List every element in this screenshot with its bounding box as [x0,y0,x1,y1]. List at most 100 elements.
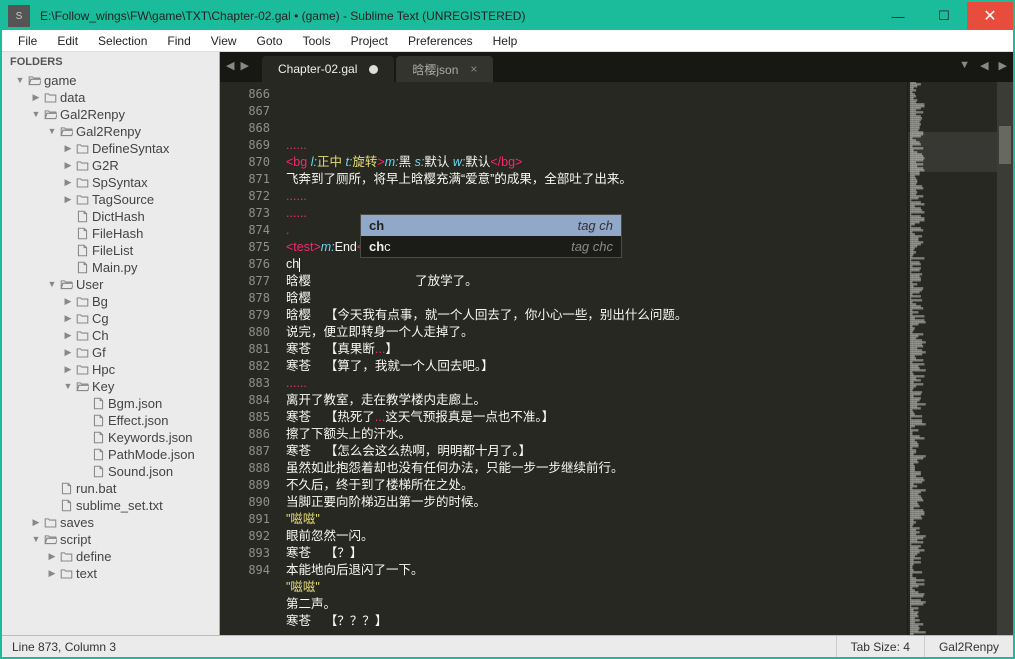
tab---json[interactable]: 晗樱json× [396,56,493,82]
autocomplete-item[interactable]: chtag ch [361,215,621,236]
tree-item-bgm-json[interactable]: Bgm.json [2,395,219,412]
file-icon [90,395,106,412]
folder-icon [74,361,90,378]
code-line[interactable]: "嗞嗞" [286,511,903,528]
status-syntax[interactable]: Gal2Renpy [924,636,1013,657]
tree-item-user[interactable]: ▼User [2,276,219,293]
folder-icon [58,548,74,565]
tab-close-icon[interactable]: × [470,62,477,76]
menu-project[interactable]: Project [341,32,398,50]
tree-item-run-bat[interactable]: run.bat [2,480,219,497]
code-line[interactable]: 擦了下额头上的汗水。 [286,426,903,443]
code-line[interactable]: 本能地向后退闪了一下。 [286,562,903,579]
menu-help[interactable]: Help [483,32,528,50]
tree-item-dicthash[interactable]: DictHash [2,208,219,225]
tree-item-saves[interactable]: ▶saves [2,514,219,531]
tree-item-main-py[interactable]: Main.py [2,259,219,276]
tree-item-text[interactable]: ▶text [2,565,219,582]
code-line[interactable]: <bg l:正中 t:旋转>m:黑 s:默认 w:默认</bg> [286,154,903,171]
titlebar[interactable]: S E:\Follow_wings\FW\game\TXT\Chapter-02… [2,2,1013,30]
tree-item-definesyntax[interactable]: ▶DefineSyntax [2,140,219,157]
nav-back-icon[interactable]: ◀ [226,59,234,72]
tree-item-define[interactable]: ▶define [2,548,219,565]
tree-item-pathmode-json[interactable]: PathMode.json [2,446,219,463]
minimize-button[interactable]: — [875,2,921,30]
autocomplete-popup[interactable]: chtag chchctag chc [360,214,622,258]
file-icon [74,259,90,276]
tree-item-keywords-json[interactable]: Keywords.json [2,429,219,446]
tab-dropdown-icon[interactable]: ▼ [959,59,970,72]
code-line[interactable]: 寒苍 【？？？】 [286,613,903,630]
code-line[interactable]: 晗樱 [286,290,903,307]
tab-scroll-right-icon[interactable]: ▶ [999,59,1007,72]
code-line[interactable]: ch [286,256,903,273]
code-line[interactable]: 寒苍 【算了，我就一个人回去吧。】 [286,358,903,375]
code-line[interactable]: 离开了教室，走在教学楼内走廊上。 [286,392,903,409]
code-line[interactable]: 晗樱 【今天我有点事，就一个人回去了，你小心一些，别出什么问题。 [286,307,903,324]
tree-item-game[interactable]: ▼game [2,72,219,89]
code-line[interactable]: 当脚正要向阶梯迈出第一步的时候。 [286,494,903,511]
tree-item-key[interactable]: ▼Key [2,378,219,395]
tree-item-gf[interactable]: ▶Gf [2,344,219,361]
close-button[interactable]: ✕ [967,2,1013,30]
line-gutter[interactable]: 866 867 868 869 870 871 872 873 874 875 … [220,82,282,635]
tab-chapter-02-gal[interactable]: Chapter-02.gal [262,56,394,82]
code-line[interactable]: 飞奔到了厕所，将早上晗樱充满“爱意”的成果，全部吐了出来。 [286,171,903,188]
vertical-scrollbar[interactable] [997,82,1013,635]
code-line[interactable]: 眼前忽然一闪。 [286,528,903,545]
menu-view[interactable]: View [201,32,247,50]
nav-fwd-icon[interactable]: ▶ [240,59,248,72]
minimap[interactable]: █████ █████████ ██████ ███ █████ ██ ████… [907,82,997,635]
code-line[interactable]: 不久后，终于到了楼梯所在之处。 [286,477,903,494]
autocomplete-item[interactable]: chctag chc [361,236,621,257]
menubar: FileEditSelectionFindViewGotoToolsProjec… [2,30,1013,52]
tree-item-sound-json[interactable]: Sound.json [2,463,219,480]
tree-item-data[interactable]: ▶data [2,89,219,106]
code-line[interactable]: 寒苍 【怎么会这么热啊，明明都十月了。】 [286,443,903,460]
tree-item-bg[interactable]: ▶Bg [2,293,219,310]
menu-goto[interactable]: Goto [247,32,293,50]
scrollbar-thumb[interactable] [999,126,1011,164]
code-line[interactable]: ...... [286,188,903,205]
menu-selection[interactable]: Selection [88,32,157,50]
tree-item-g2r[interactable]: ▶G2R [2,157,219,174]
tree-item-spsyntax[interactable]: ▶SpSyntax [2,174,219,191]
tree-item-filehash[interactable]: FileHash [2,225,219,242]
menu-tools[interactable]: Tools [293,32,341,50]
code-line[interactable]: 寒苍 【？】 [286,545,903,562]
code-line[interactable]: 晗樱 了放学了。 [286,273,903,290]
code-area[interactable]: ......<bg l:正中 t:旋转>m:黑 s:默认 w:默认</bg>飞奔… [282,82,907,635]
code-line[interactable]: 寒苍 【热死了...这天气预报真是一点也不准。】 [286,409,903,426]
code-line[interactable]: 说完，便立即转身一个人走掉了。 [286,324,903,341]
tree-item-tagsource[interactable]: ▶TagSource [2,191,219,208]
tree-item-script[interactable]: ▼script [2,531,219,548]
code-line[interactable]: ...... [286,137,903,154]
status-tabsize[interactable]: Tab Size: 4 [836,636,924,657]
app-icon: S [8,5,30,27]
menu-edit[interactable]: Edit [47,32,88,50]
tree-item-hpc[interactable]: ▶Hpc [2,361,219,378]
menu-find[interactable]: Find [157,32,200,50]
file-icon [90,446,106,463]
code-line[interactable]: 第二声。 [286,596,903,613]
minimap-viewport[interactable] [908,132,997,172]
folder-tree[interactable]: ▼game▶data▼Gal2Renpy▼Gal2Renpy▶DefineSyn… [2,72,219,635]
tree-item-gal2renpy[interactable]: ▼Gal2Renpy [2,123,219,140]
code-line[interactable]: 虽然如此抱怨着却也没有任何办法，只能一步一步继续前行。 [286,460,903,477]
tree-item-effect-json[interactable]: Effect.json [2,412,219,429]
tab-scroll-left-icon[interactable]: ◀ [980,59,988,72]
tree-item-sublime-set-txt[interactable]: sublime_set.txt [2,497,219,514]
code-line[interactable]: ...... [286,375,903,392]
tree-item-gal2renpy[interactable]: ▼Gal2Renpy [2,106,219,123]
code-line[interactable]: "嗞嗞" [286,579,903,596]
code-line[interactable]: 寒苍 【真果断...】 [286,341,903,358]
tree-item-ch[interactable]: ▶Ch [2,327,219,344]
maximize-button[interactable]: ☐ [921,2,967,30]
status-position[interactable]: Line 873, Column 3 [2,640,836,654]
tree-item-filelist[interactable]: FileList [2,242,219,259]
menu-file[interactable]: File [8,32,47,50]
menu-preferences[interactable]: Preferences [398,32,483,50]
dirty-indicator-icon [369,65,378,74]
tree-item-cg[interactable]: ▶Cg [2,310,219,327]
file-icon [90,463,106,480]
